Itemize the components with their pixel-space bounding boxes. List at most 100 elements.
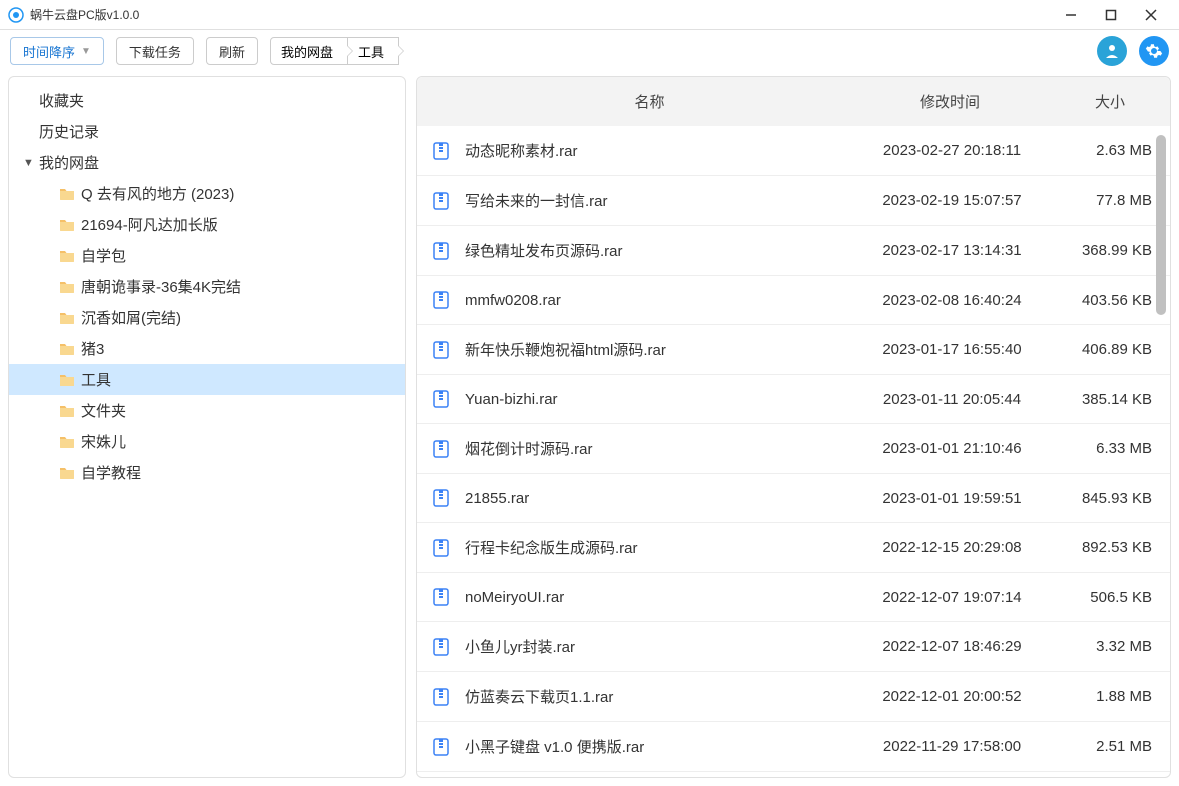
avatar-button[interactable]	[1097, 36, 1127, 66]
cell-date: 2022-11-29 17:58:00	[852, 738, 1052, 755]
sidebar-folder-item[interactable]: 猪3	[9, 333, 405, 364]
scrollbar-thumb[interactable]	[1156, 135, 1166, 315]
table-row[interactable]: mmfw0208.rar2023-02-08 16:40:24403.56 KB	[417, 276, 1170, 325]
cell-name: 小黑子键盘 v1.0 便携版.rar	[465, 736, 852, 757]
sidebar-folder-item[interactable]: 自学包	[9, 240, 405, 271]
cell-date: 2022-12-15 20:29:08	[852, 539, 1052, 556]
folder-label: 自学包	[81, 245, 126, 266]
file-list-panel: 名称 修改时间 大小 动态昵称素材.rar2023-02-27 20:18:11…	[416, 76, 1171, 778]
close-button[interactable]	[1141, 5, 1161, 25]
sidebar-item-history[interactable]: 历史记录	[9, 116, 405, 147]
table-row[interactable]: 新年快乐鞭炮祝福html源码.rar2023-01-17 16:55:40406…	[417, 325, 1170, 375]
table-row[interactable]: 写给未来的一封信.rar2023-02-19 15:07:5777.8 MB	[417, 176, 1170, 226]
scrollbar[interactable]	[1156, 135, 1166, 769]
cell-size: 2.51 MB	[1052, 738, 1162, 755]
sidebar-folder-item[interactable]: 文件夹	[9, 395, 405, 426]
archive-file-icon	[431, 241, 451, 261]
settings-button[interactable]	[1139, 36, 1169, 66]
chevron-down-icon: ▼	[81, 46, 91, 57]
caret-down-icon: ▼	[23, 157, 33, 169]
column-header-name[interactable]: 名称	[417, 77, 850, 126]
minimize-button[interactable]	[1061, 5, 1081, 25]
maximize-button[interactable]	[1101, 5, 1121, 25]
folder-icon	[59, 311, 75, 325]
folder-label: 自学教程	[81, 462, 141, 483]
table-row[interactable]: 小黑子键盘 v1.0 便携版.rar2022-11-29 17:58:002.5…	[417, 722, 1170, 772]
refresh-button[interactable]: 刷新	[206, 37, 258, 65]
cell-size: 77.8 MB	[1052, 192, 1162, 209]
cell-size: 6.33 MB	[1052, 440, 1162, 457]
table-row[interactable]: Yuan-bizhi.rar2023-01-11 20:05:44385.14 …	[417, 375, 1170, 424]
cell-date: 2023-02-27 20:18:11	[852, 142, 1052, 159]
breadcrumb-segment-root[interactable]: 我的网盘	[270, 37, 348, 65]
archive-file-icon	[431, 587, 451, 607]
archive-file-icon	[431, 389, 451, 409]
cell-name: 写给未来的一封信.rar	[465, 190, 852, 211]
sort-label: 时间降序	[23, 42, 75, 61]
cell-name: 小鱼儿yr封装.rar	[465, 636, 852, 657]
table-row[interactable]: 仿蓝奏云下载页1.1.rar2022-12-01 20:00:521.88 MB	[417, 672, 1170, 722]
toolbar: 时间降序 ▼ 下载任务 刷新 我的网盘 工具	[0, 30, 1179, 72]
table-row[interactable]: noMeiryoUI.rar2022-12-07 19:07:14506.5 K…	[417, 573, 1170, 622]
cell-size: 403.56 KB	[1052, 292, 1162, 309]
column-header-date[interactable]: 修改时间	[850, 77, 1050, 126]
cell-name: 新年快乐鞭炮祝福html源码.rar	[465, 339, 852, 360]
cell-date: 2022-12-07 18:46:29	[852, 638, 1052, 655]
cell-date: 2023-02-19 15:07:57	[852, 192, 1052, 209]
window-controls	[1061, 5, 1171, 25]
cell-name: 绿色精址发布页源码.rar	[465, 240, 852, 261]
folder-label: 沉香如屑(完结)	[81, 307, 181, 328]
archive-file-icon	[431, 340, 451, 360]
app-icon	[8, 7, 24, 23]
cell-size: 385.14 KB	[1052, 391, 1162, 408]
sidebar-folder-item[interactable]: 沉香如屑(完结)	[9, 302, 405, 333]
column-header-size[interactable]: 大小	[1050, 77, 1170, 126]
folder-icon	[59, 218, 75, 232]
app-title: 蜗牛云盘PC版v1.0.0	[30, 6, 1061, 23]
sidebar-folder-item[interactable]: 唐朝诡事录-36集4K完结	[9, 271, 405, 302]
table-row[interactable]: 烟花倒计时源码.rar2023-01-01 21:10:466.33 MB	[417, 424, 1170, 474]
sidebar-folder-item[interactable]: 工具	[9, 364, 405, 395]
folder-icon	[59, 280, 75, 294]
table-row[interactable]: 小鱼儿yr封装.rar2022-12-07 18:46:293.32 MB	[417, 622, 1170, 672]
folder-label: 猪3	[81, 338, 104, 359]
folder-label: 唐朝诡事录-36集4K完结	[81, 276, 241, 297]
sidebar-item-mydrive[interactable]: ▼我的网盘	[9, 147, 405, 178]
cell-date: 2022-12-07 19:07:14	[852, 589, 1052, 606]
cell-name: 行程卡纪念版生成源码.rar	[465, 537, 852, 558]
cell-name: 动态昵称素材.rar	[465, 140, 852, 161]
folder-icon	[59, 435, 75, 449]
folder-icon	[59, 404, 75, 418]
sidebar-folder-item[interactable]: 21694-阿凡达加长版	[9, 209, 405, 240]
cell-size: 3.32 MB	[1052, 638, 1162, 655]
archive-file-icon	[431, 538, 451, 558]
folder-label: 文件夹	[81, 400, 126, 421]
sidebar: 收藏夹 历史记录 ▼我的网盘 Q 去有风的地方 (2023) 21694-阿凡达加…	[8, 76, 406, 778]
sidebar-folder-item[interactable]: Q 去有风的地方 (2023)	[9, 178, 405, 209]
cell-name: Yuan-bizhi.rar	[465, 391, 852, 408]
breadcrumb: 我的网盘 工具	[270, 37, 399, 65]
sidebar-item-favorites[interactable]: 收藏夹	[9, 85, 405, 116]
folder-icon	[59, 373, 75, 387]
cell-date: 2023-01-01 21:10:46	[852, 440, 1052, 457]
archive-file-icon	[431, 637, 451, 657]
download-tasks-button[interactable]: 下载任务	[116, 37, 194, 65]
archive-file-icon	[431, 290, 451, 310]
cell-size: 368.99 KB	[1052, 242, 1162, 259]
archive-file-icon	[431, 737, 451, 757]
cell-size: 506.5 KB	[1052, 589, 1162, 606]
folder-label: 宋姝儿	[81, 431, 126, 452]
sort-dropdown[interactable]: 时间降序 ▼	[10, 37, 104, 65]
sidebar-folder-item[interactable]: 宋姝儿	[9, 426, 405, 457]
sidebar-folder-item[interactable]: 自学教程	[9, 457, 405, 488]
archive-file-icon	[431, 439, 451, 459]
archive-file-icon	[431, 141, 451, 161]
table-row[interactable]: 21855.rar2023-01-01 19:59:51845.93 KB	[417, 474, 1170, 523]
table-row[interactable]: 绿色精址发布页源码.rar2023-02-17 13:14:31368.99 K…	[417, 226, 1170, 276]
folder-label: 21694-阿凡达加长版	[81, 214, 218, 235]
cell-size: 406.89 KB	[1052, 341, 1162, 358]
table-row[interactable]: 行程卡纪念版生成源码.rar2022-12-15 20:29:08892.53 …	[417, 523, 1170, 573]
cell-size: 2.63 MB	[1052, 142, 1162, 159]
breadcrumb-segment-current[interactable]: 工具	[347, 37, 399, 65]
table-row[interactable]: 动态昵称素材.rar2023-02-27 20:18:112.63 MB	[417, 126, 1170, 176]
